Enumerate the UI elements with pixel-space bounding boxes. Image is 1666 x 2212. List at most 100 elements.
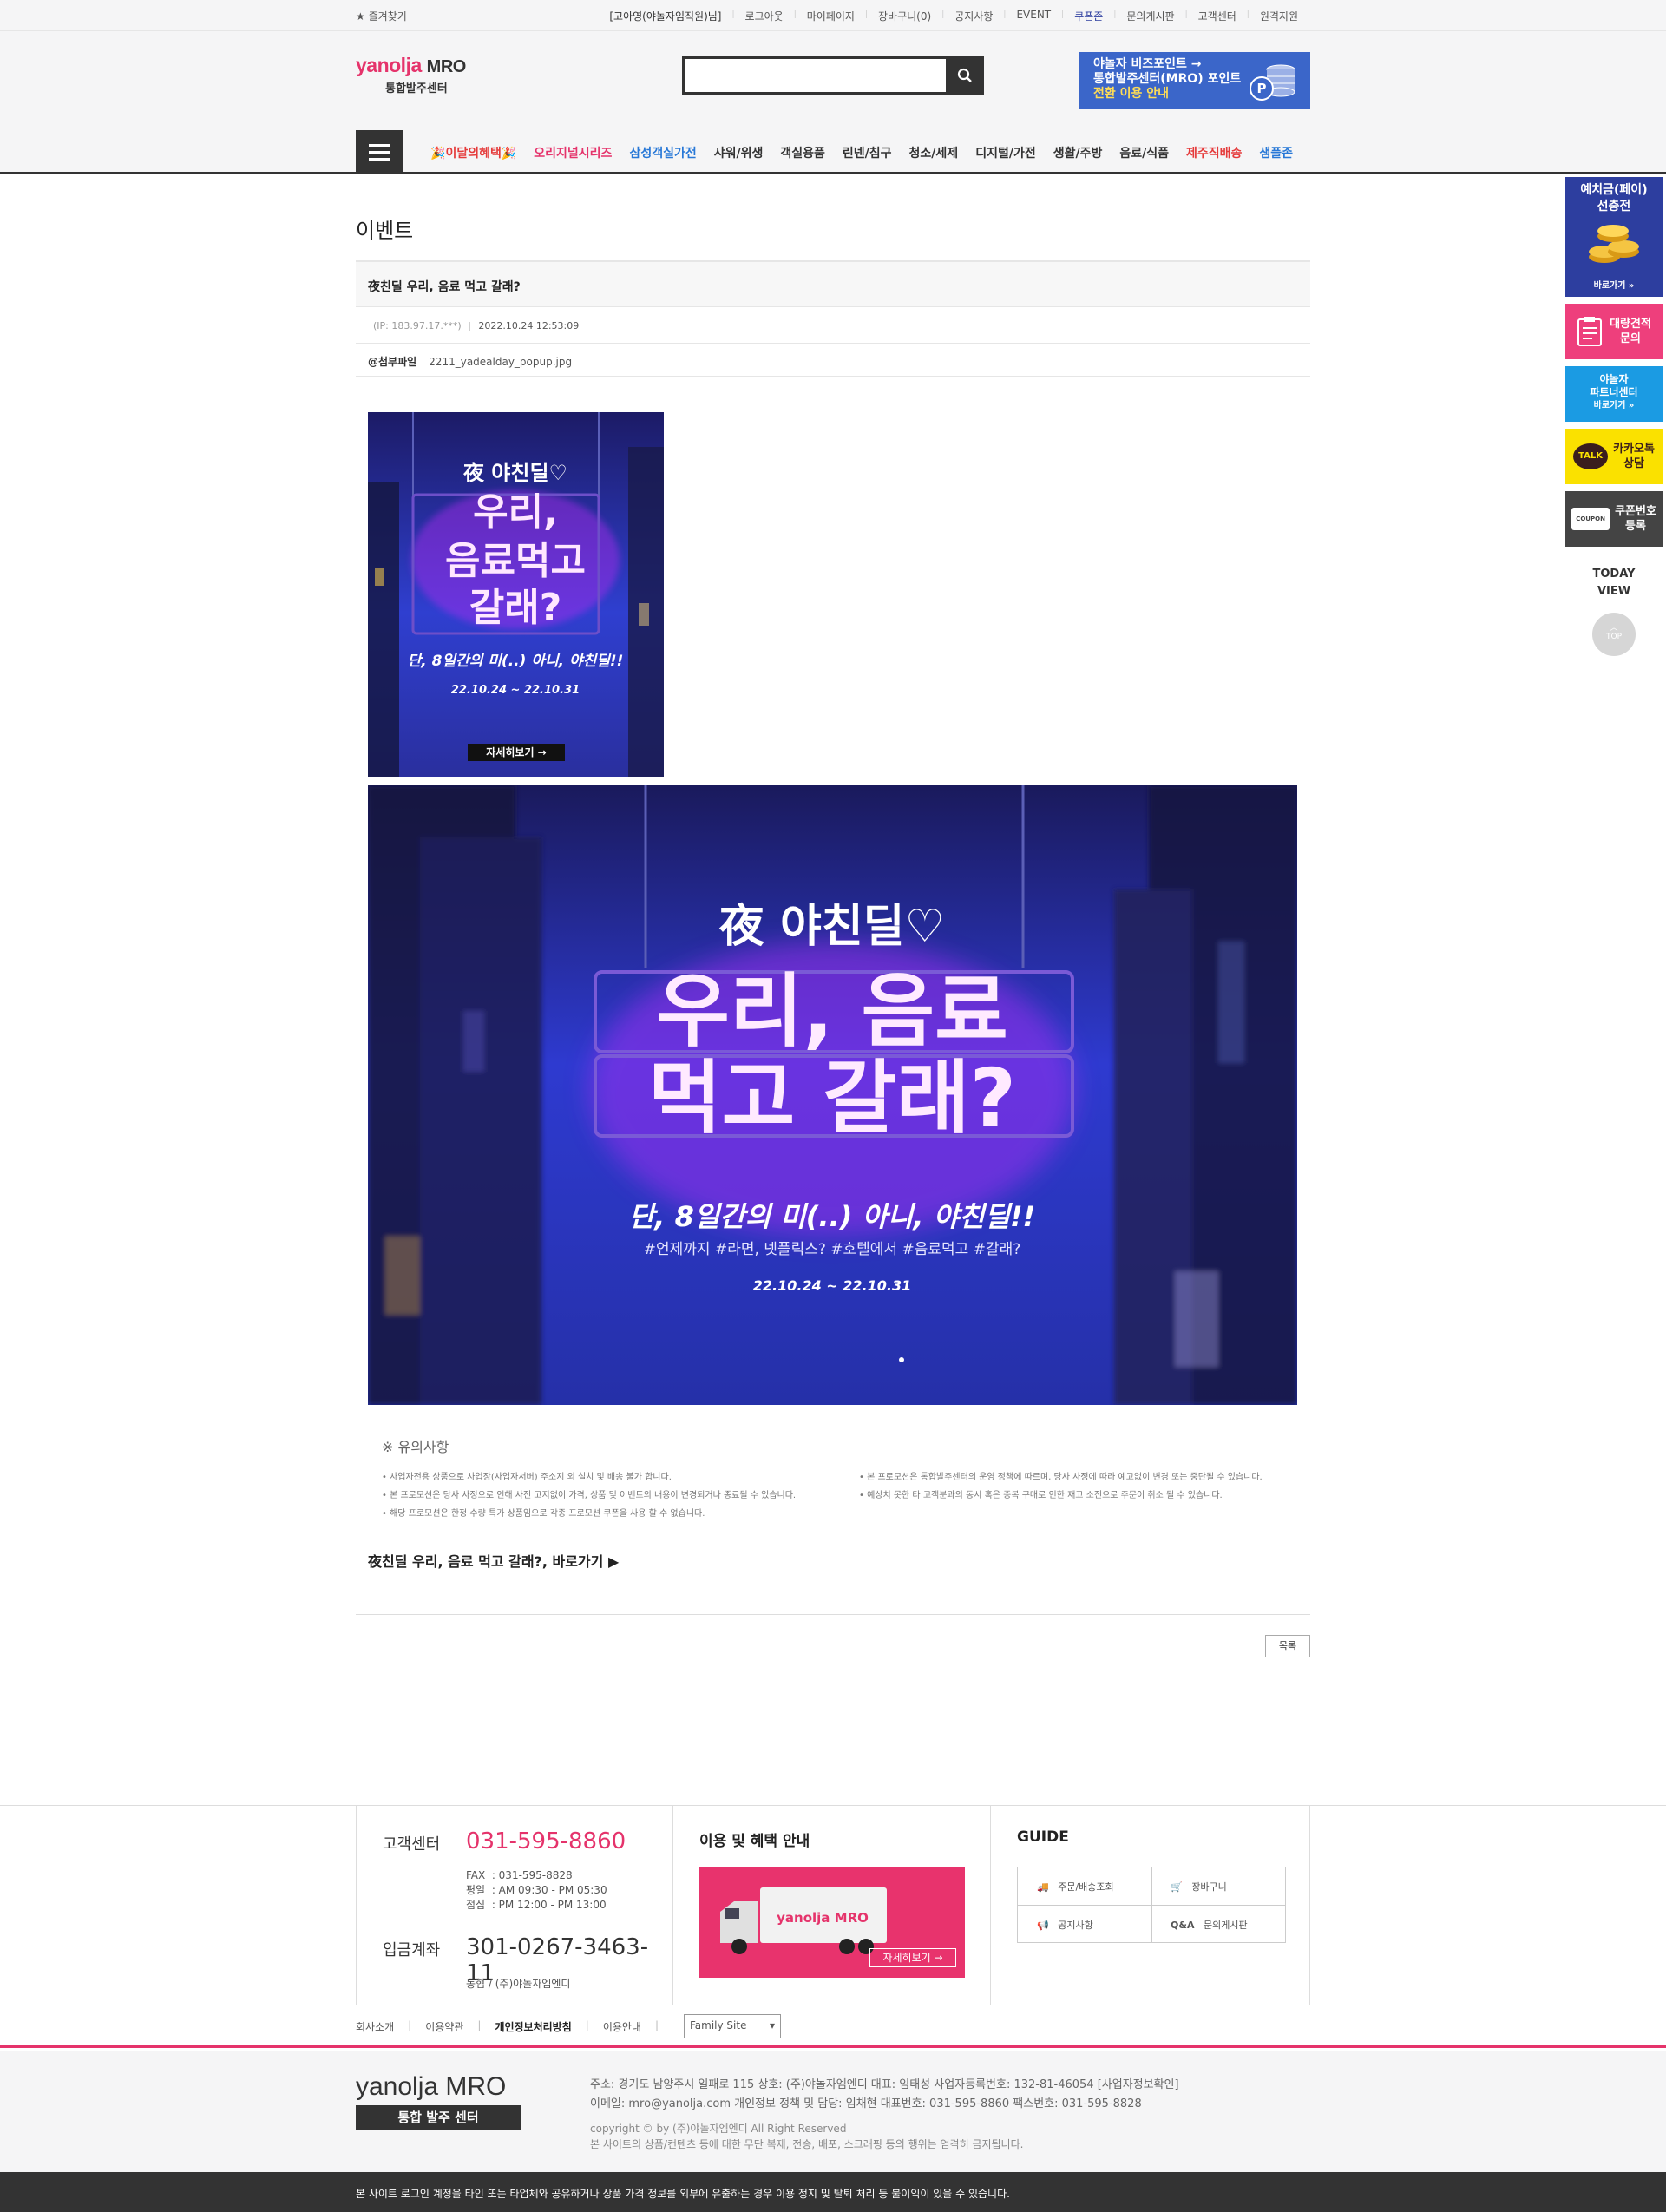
point-coins-icon: P [1250,64,1295,101]
event-main-image: 夜 야친딜♡ 우리, 음료 먹고 갈래? 단, 8일간의 미(..) 아니, 야… [368,785,1297,1405]
deposit-prepay-button[interactable]: 예치금(페이) 선충전 바로가기 » [1565,177,1663,297]
family-site-select[interactable]: Family Site ▾ [684,2014,781,2038]
nav-beverage[interactable]: 음료/식품 [1119,144,1169,161]
nav-sample-zone[interactable]: 샘플존 [1259,144,1293,161]
notice-item: • 예상치 못한 타 고객분과의 동시 혹은 중복 구매로 인한 재고 소진으로… [859,1491,1223,1500]
chevron-up-icon: ︿ [1610,624,1618,633]
footer-links-bar: 회사소개 | 이용약관 | 개인정보처리방침 | 이용안내 | Family Site ▾ [0,2005,1666,2048]
search-input[interactable] [682,56,984,95]
notice-item: • 본 프로모션은 당사 사정으로 인해 사전 고지없이 가격, 상품 및 이벤… [382,1491,797,1500]
today-view[interactable]: TODAY VIEW [1565,566,1663,601]
all-menu-button[interactable] [356,130,403,174]
company-line-2: 이메일: mro@yanolja.com 개인정보 정책 및 담당: 임채현 대… [590,2097,1142,2110]
nav-room-supplies[interactable]: 객실용품 [780,144,825,161]
mypage-link[interactable]: 마이페이지 [807,9,855,23]
main-sub: 단, 8일간의 미(..) 아니, 야친딜!! [629,1200,1035,1233]
main-brand: 夜 야친딜♡ [718,901,945,953]
page-title: 이벤트 [356,219,414,243]
post-ip: (IP: 183.97.17.***) [373,320,462,331]
footer-logo: yanolja MRO 통합 발주 센터 [356,2072,521,2130]
svg-text:P: P [1257,81,1267,96]
guide-grid: 🚚 주문/배송조회 🛒 장바구니 📢 공지사항 Q&A 문의게시판 [1017,1867,1286,1943]
search-button[interactable] [946,56,984,95]
logo-subtitle: 통합발주센터 [385,82,448,95]
nav-jeju-delivery[interactable]: 제주직배송 [1186,144,1242,161]
svg-text:yanolja MRO: yanolja MRO [777,1910,869,1926]
post-meta: (IP: 183.97.17.***) | 2022.10.24 12:53:09 [356,307,1310,344]
guide-inquiry[interactable]: Q&A 문의게시판 [1171,1918,1248,1932]
copyright: copyright © by (주)야놀자엠엔디 All Right Reser… [590,2123,847,2135]
quick-side-menu: 예치금(페이) 선충전 바로가기 » 대량견적 문의 야놀자 파트너센터 바로가기 » … [1565,177,1663,656]
cs-hours: FAX : 031-595-8828 평일 : AM 09:30 - PM 05… [466,1869,607,1911]
guide-order-tracking[interactable]: 🚚 주문/배송조회 [1037,1880,1114,1894]
user-name: [고아영(야놀자임직원)님] [609,10,722,23]
partner-center-button[interactable]: 야놀자 파트너센터 바로가기 » [1565,366,1663,422]
coins-icon [1589,225,1639,263]
chevron-down-icon: ▾ [769,2019,775,2031]
nav-cleaning[interactable]: 청소/세제 [909,144,959,161]
popup-headline-3: 갈래? [469,586,561,630]
attachment-file[interactable]: 2211_yadealday_popup.jpg [429,356,572,368]
cs-phone: 031-595-8860 [466,1828,626,1854]
search-icon [957,68,972,82]
scroll-top-button[interactable]: ︿ TOP [1592,613,1636,656]
company-intro-link[interactable]: 회사소개 [356,2019,394,2034]
list-button[interactable]: 목록 [1265,1635,1310,1657]
qa-icon: Q&A [1171,1920,1195,1931]
benefit-more-button[interactable]: 자세히보기 → [869,1948,956,1967]
post-date: 2022.10.24 12:53:09 [478,320,580,331]
bulk-quote-button[interactable]: 대량견적 문의 [1565,304,1663,359]
notice-right: • 본 프로모션은 통합발주센터의 운영 정책에 따르며, 당사 사정에 따라 … [859,1468,1310,1523]
guide-cart[interactable]: 🛒 장바구니 [1171,1880,1227,1894]
kakaotalk-consult-button[interactable]: TALK 카카오톡 상담 [1565,429,1663,484]
popup-period: 22.10.24 ~ 22.10.31 [451,684,580,697]
privacy-link[interactable]: 개인정보처리방침 [495,2019,571,2034]
bookmark-link[interactable]: ★ 즐겨찾기 [356,9,407,23]
cart-icon: 🛒 [1171,1881,1183,1893]
cs-label: 고객센터 [383,1835,441,1854]
main-period: 22.10.24 ~ 22.10.31 [753,1277,911,1294]
benefit-banner[interactable]: yanolja MRO 자세히보기 → [699,1867,965,1978]
company-details: 주소: 경기도 남양주시 일패로 115 상호: (주)야놀자엠엔디 대표: 임… [590,2076,1179,2152]
remote-support-link[interactable]: 원격지원 [1260,9,1298,23]
event-popup-image: 夜 야친딜♡ 우리, 음료먹고 갈래? 단, 8일간의 미(..) 아니, 야친… [368,412,664,777]
event-shortcut-link[interactable]: 夜친딜 우리, 음료 먹고 갈래?, 바로가기 ▶ [368,1550,619,1571]
terms-link[interactable]: 이용약관 [425,2019,463,2034]
logout-link[interactable]: 로그아웃 [745,9,784,23]
megaphone-icon: 📢 [1037,1920,1049,1931]
nav-digital[interactable]: 디지털/가전 [975,144,1036,161]
logo-brand: yanolja [356,54,422,76]
notice-title: ※ 유의사항 [382,1439,449,1455]
nav-monthly-benefit[interactable]: 🎉이달의혜택🎉 [430,144,516,161]
top-nav: [고아영(야놀자임직원)님] | 로그아웃 | 마이페이지 | 장바구니(0) | 공지… [609,9,1298,23]
guide-notice[interactable]: 📢 공지사항 [1037,1918,1093,1932]
footer-guide: GUIDE 🚚 주문/배송조회 🛒 장바구니 📢 공지사항 Q&A 문의게시판 [991,1806,1310,2005]
guide-title: GUIDE [1017,1828,1069,1846]
customer-center-link[interactable]: 고객센터 [1198,9,1236,23]
account-label: 입금계좌 [383,1941,441,1959]
account-sharing-warning: 본 사이트 로그인 계정을 타인 또는 타업체와 공유하거나 상품 가격 정보를… [0,2172,1666,2212]
nav-shower[interactable]: 샤워/위생 [714,144,764,161]
cart-link[interactable]: 장바구니(0) [878,9,931,23]
couponzone-link[interactable]: 쿠폰존 [1074,9,1103,23]
event-link[interactable]: EVENT [1016,9,1051,23]
footer-benefit-guide: 이용 및 혜택 안내 yanolja MRO 자세히보기 → [673,1806,991,2005]
popup-headline-2: 음료먹고 [445,539,586,583]
inquiry-board-link[interactable]: 문의게시판 [1126,9,1174,23]
attachment-label: @첨부파일 [368,356,417,368]
notice-item: • 본 프로모션은 통합발주센터의 운영 정책에 따르며, 당사 사정에 따라 … [859,1473,1263,1482]
nav-original-series[interactable]: 오리지널시리즈 [534,144,612,161]
benefit-title: 이용 및 혜택 안내 [699,1833,810,1850]
usage-guide-link[interactable]: 이용안내 [603,2019,641,2034]
company-line-1: 주소: 경기도 남양주시 일패로 115 상호: (주)야놀자엠엔디 대표: 임… [590,2078,1179,2091]
nav-samsung-appliance[interactable]: 삼성객실가전 [629,144,696,161]
post-subject: 夜친딜 우리, 음료 먹고 갈래? [356,260,1310,307]
bizpoint-banner[interactable]: 야놀자 비즈포인트 → 통합발주센터(MRO) 포인트 전환 이용 안내 P [1079,52,1310,109]
coupon-register-button[interactable]: COUPON 쿠폰번호 등록 [1565,491,1663,547]
popup-headline-1: 우리, [473,490,558,535]
nav-linen[interactable]: 린넨/침구 [843,144,892,161]
notice-link[interactable]: 공지사항 [954,9,993,23]
nav-kitchen[interactable]: 생활/주방 [1053,144,1103,161]
copy-warning: 본 사이트의 상품/컨텐츠 등에 대한 무단 복제, 전송, 배포, 스크래핑 … [590,2138,1024,2150]
site-logo[interactable]: yanolja MRO 통합발주센터 [356,54,466,95]
